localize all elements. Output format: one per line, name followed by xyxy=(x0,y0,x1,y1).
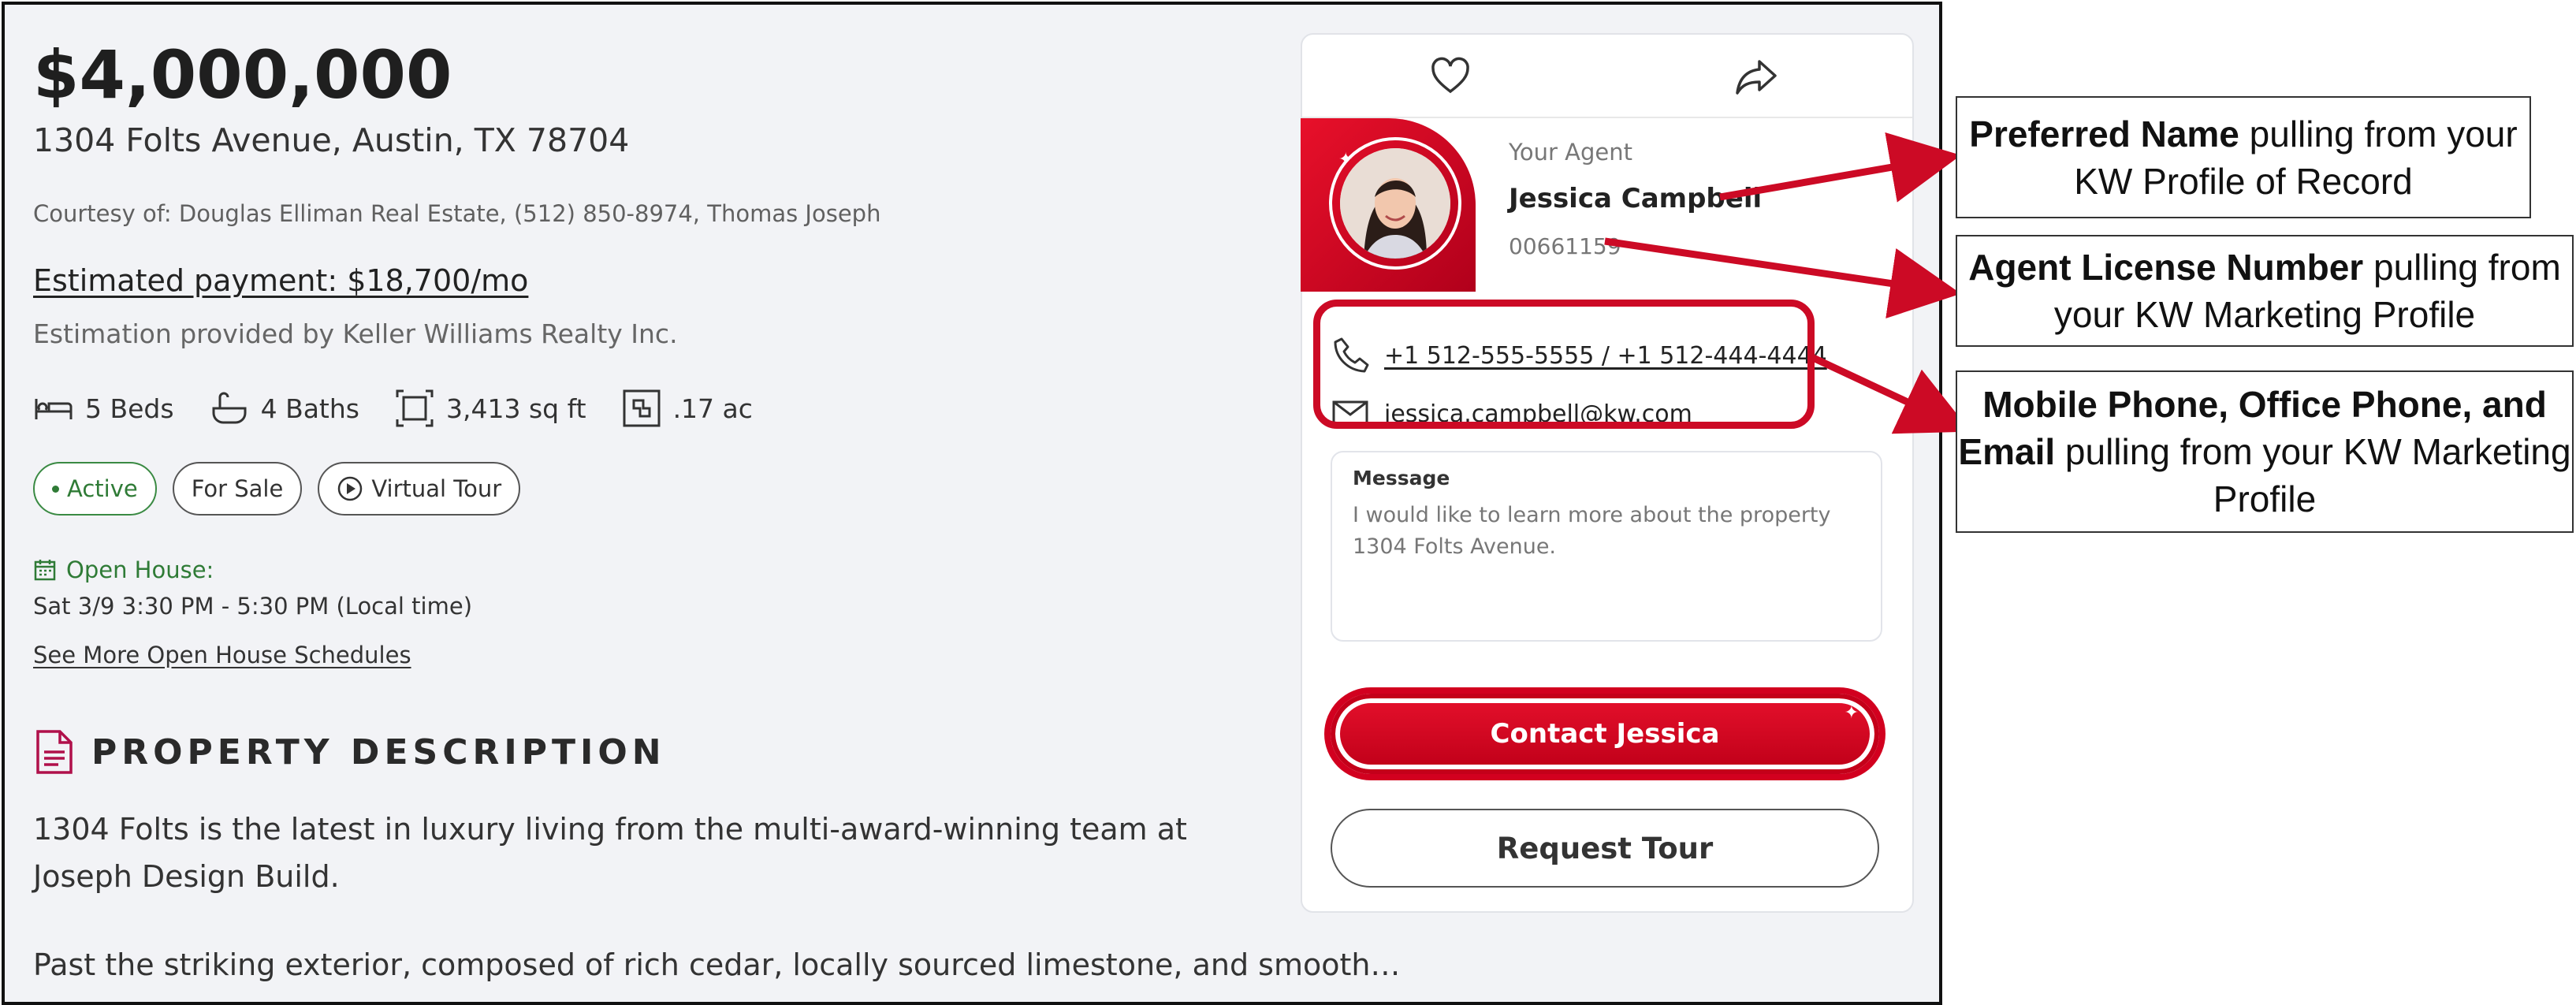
description-paragraph-1: 1304 Folts is the latest in luxury livin… xyxy=(33,812,1187,894)
active-label: Active xyxy=(67,475,138,502)
listing-price: $4,000,000 xyxy=(33,36,452,114)
open-house-label: Open House: xyxy=(33,556,214,583)
agent-contact-card: ✦ Your Agent Jessica Campbell 00661159 +… xyxy=(1301,33,1914,913)
lot-icon xyxy=(623,389,661,427)
your-agent-label: Your Agent xyxy=(1509,139,1632,166)
spec-baths: 4 Baths xyxy=(209,388,359,429)
for-sale-label: For Sale xyxy=(191,475,284,502)
estimation-note: Estimation provided by Keller Williams R… xyxy=(33,318,678,349)
callout-2-bold: Agent License Number xyxy=(1968,247,2364,288)
status-tags: Active For Sale Virtual Tour xyxy=(33,462,521,516)
callout-preferred-name: Preferred Name pulling from your KW Prof… xyxy=(1956,96,2531,218)
open-house-time: Sat 3/9 3:30 PM - 5:30 PM (Local time) xyxy=(33,593,473,620)
avatar xyxy=(1340,148,1450,259)
agent-avatar-background: ✦ xyxy=(1301,118,1476,292)
property-specs: 5 Beds 4 Baths 3,413 sq ft .17 ac xyxy=(33,388,775,429)
play-icon xyxy=(338,476,363,501)
contact-highlight-box xyxy=(1313,300,1815,429)
bed-icon xyxy=(35,399,73,419)
beds-label: 5 Beds xyxy=(85,393,174,424)
active-badge: Active xyxy=(33,462,157,516)
calendar-icon xyxy=(34,560,56,581)
share-icon[interactable] xyxy=(1734,58,1778,96)
document-icon xyxy=(36,730,73,774)
spec-beds: 5 Beds xyxy=(33,388,174,429)
callout-1-bold: Preferred Name xyxy=(1969,113,2239,154)
sparkle-icon: ✦ xyxy=(1844,703,1859,723)
baths-label: 4 Baths xyxy=(260,393,359,424)
listing-screenshot: $4,000,000 1304 Folts Avenue, Austin, TX… xyxy=(2,2,1942,1005)
description-paragraph-2: Past the striking exterior, composed of … xyxy=(33,947,1401,982)
agent-license: 00661159 xyxy=(1509,233,1621,259)
request-tour-label: Request Tour xyxy=(1496,831,1714,865)
description-title: PROPERTY DESCRIPTION xyxy=(91,731,666,772)
request-tour-button[interactable]: Request Tour xyxy=(1331,809,1879,888)
area-icon xyxy=(396,389,434,427)
open-house-more-link[interactable]: See More Open House Schedules xyxy=(33,642,411,668)
bath-icon xyxy=(212,392,247,424)
card-actions xyxy=(1302,35,1912,118)
spec-sqft: 3,413 sq ft xyxy=(394,388,586,429)
listing-address: 1304 Folts Avenue, Austin, TX 78704 xyxy=(33,121,630,159)
estimated-payment-link[interactable]: Estimated payment: $18,700/mo xyxy=(33,263,528,298)
message-text: I would like to learn more about the pro… xyxy=(1353,503,1831,559)
agent-photo-icon xyxy=(1340,148,1450,259)
virtual-tour-button[interactable]: Virtual Tour xyxy=(318,462,521,516)
message-label: Message xyxy=(1353,467,1450,489)
open-house-title: Open House: xyxy=(66,556,214,583)
virtual-tour-label: Virtual Tour xyxy=(371,475,502,502)
listing-courtesy: Courtesy of: Douglas Elliman Real Estate… xyxy=(33,200,881,227)
agent-name: Jessica Campbell xyxy=(1509,183,1763,214)
callout-contact-info: Mobile Phone, Office Phone, and Email pu… xyxy=(1956,370,2574,533)
acres-label: .17 ac xyxy=(672,393,753,424)
callout-3-text: pulling from your KW Marketing Profile xyxy=(2055,431,2571,519)
contact-agent-button[interactable]: Contact Jessica ✦ xyxy=(1331,694,1879,774)
callout-license: Agent License Number pulling from your K… xyxy=(1956,235,2574,347)
status-dot-icon xyxy=(52,485,59,493)
contact-agent-label: Contact Jessica xyxy=(1490,718,1720,750)
message-field[interactable]: Message I would like to learn more about… xyxy=(1331,451,1882,642)
heart-icon[interactable] xyxy=(1430,57,1471,96)
spec-acres: .17 ac xyxy=(621,388,753,429)
agent-avatar-ring xyxy=(1329,137,1461,270)
for-sale-badge: For Sale xyxy=(172,462,303,516)
property-description-heading: PROPERTY DESCRIPTION xyxy=(33,728,666,776)
sqft-label: 3,413 sq ft xyxy=(445,393,586,424)
